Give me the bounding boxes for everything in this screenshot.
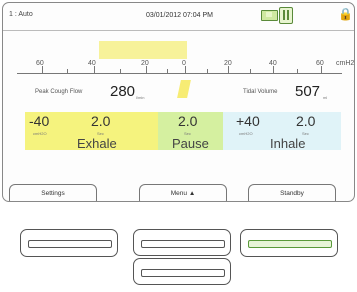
pause-time: 2.0	[178, 113, 198, 129]
exhale-pressure: -40	[29, 113, 50, 129]
exhale-time: 2.0	[91, 113, 111, 129]
button-indicator	[248, 240, 332, 248]
tick	[94, 66, 95, 73]
tick	[120, 69, 121, 73]
inhale-pressure: +40	[236, 113, 260, 129]
button-indicator	[141, 240, 225, 248]
center-top-hardware-button[interactable]	[133, 229, 231, 256]
standby-button[interactable]: Standby	[248, 184, 336, 201]
tick	[321, 66, 322, 73]
peak-cough-flow-label: Peak Cough Flow	[35, 89, 83, 95]
pressure-bar	[99, 41, 187, 59]
tick	[146, 66, 147, 73]
datetime: 03/01/2012 07:04 PM	[146, 12, 213, 19]
status-bar: 1 : Auto 03/01/2012 07:04 PM 🔒	[3, 3, 354, 29]
tidal-volume-unit: ml	[323, 95, 328, 100]
button-indicator	[141, 269, 225, 277]
tick	[207, 69, 208, 73]
tick-label: 60	[316, 60, 324, 67]
inhale-pressure-unit: cmH2O	[239, 131, 253, 136]
exhale-name: Exhale	[77, 136, 117, 151]
mode-label: 1 : Auto	[9, 11, 33, 18]
center-bottom-hardware-button[interactable]	[133, 258, 231, 285]
tidal-volume-value: 507	[295, 83, 321, 100]
lock-icon: 🔒	[338, 7, 353, 21]
button-indicator	[28, 240, 112, 248]
exhale-pressure-unit: cmH2O	[33, 131, 47, 136]
scale-axis	[17, 73, 342, 74]
peak-cough-flow-unit: l/min	[136, 95, 145, 100]
exhale-phase[interactable]: -40 cmH2O 2.0 Sec Exhale	[25, 112, 158, 151]
tidal-volume-label: Tidal Volume	[243, 89, 278, 95]
tick	[167, 69, 168, 73]
tick-label: 20	[141, 60, 149, 67]
ac-power-icon	[279, 7, 293, 24]
scale-unit: cmH20	[336, 60, 355, 67]
tick	[228, 66, 229, 73]
inhale-name: Inhale	[270, 136, 306, 151]
pressure-scale: 60 40 20 0 20 40 60	[17, 58, 342, 74]
menu-button[interactable]: Menu ▲	[139, 184, 227, 201]
battery-icon	[261, 10, 278, 21]
peak-cough-flow-value: 280	[110, 83, 136, 100]
readouts: Peak Cough Flow 280 l/min Tidal Volume 5…	[27, 82, 339, 106]
inhale-phase[interactable]: +40 cmH2O 2.0 Sec Inhale	[223, 112, 341, 151]
pause-phase[interactable]: 2.0 Sec Pause	[158, 112, 223, 151]
device-screen: 1 : Auto 03/01/2012 07:04 PM 🔒 60 40 20 …	[2, 2, 355, 202]
tick	[297, 69, 298, 73]
tick	[273, 66, 274, 73]
tick	[185, 66, 186, 73]
left-hardware-button[interactable]	[20, 229, 118, 257]
tick	[250, 69, 251, 73]
tick	[67, 69, 68, 73]
inhale-time: 2.0	[296, 113, 316, 129]
pause-name: Pause	[172, 136, 209, 151]
tick	[42, 66, 43, 73]
divider	[3, 30, 354, 31]
phase-bar: -40 cmH2O 2.0 Sec Exhale 2.0 Sec Pause +…	[25, 112, 341, 151]
settings-button[interactable]: Settings	[9, 184, 97, 201]
right-hardware-button[interactable]	[240, 229, 338, 257]
